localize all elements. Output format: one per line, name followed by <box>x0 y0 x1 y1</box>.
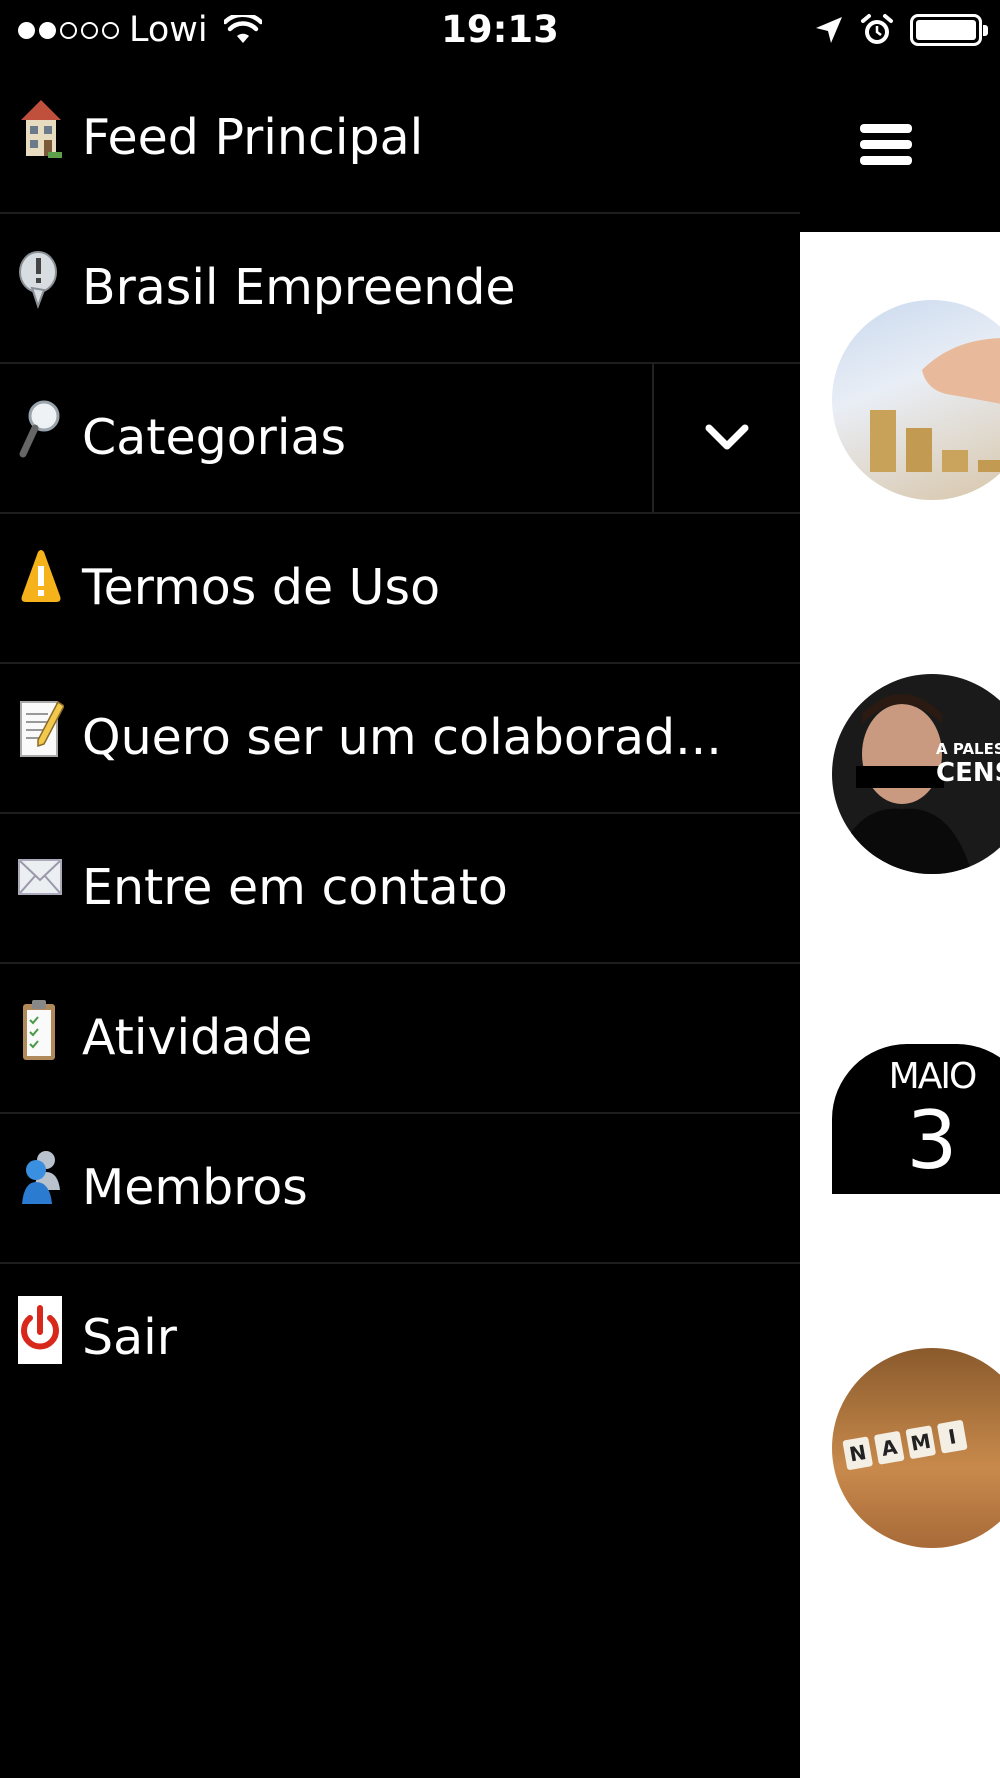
letter-tile: A <box>873 1430 905 1465</box>
carrier-name: Lowi <box>129 10 208 50</box>
menu-item-membros[interactable]: Membros <box>0 1114 800 1264</box>
letter-tile: I <box>936 1419 968 1454</box>
coins-thumbnail[interactable] <box>832 300 1000 500</box>
members-icon <box>22 1151 60 1204</box>
info-bubble-icon <box>19 251 57 309</box>
palestra-text: A PALEST <box>936 740 1000 758</box>
menu-item-label: Sair <box>82 1309 177 1366</box>
hamburger-menu-icon[interactable] <box>860 124 912 168</box>
signal-strength-icon <box>18 21 119 39</box>
letter-tile: M <box>905 1425 937 1460</box>
menu-item-label: Quero ser um colaborad... <box>82 709 722 766</box>
side-menu: Feed Principal Brasil Empreende Categori… <box>0 64 800 1778</box>
content-header <box>800 64 1000 232</box>
chevron-down-icon <box>705 424 749 450</box>
menu-item-label: Categorias <box>82 409 346 466</box>
menu-item-categorias[interactable]: Categorias <box>0 364 800 514</box>
clipboard-icon <box>23 1000 55 1060</box>
menu-item-label: Brasil Empreende <box>82 259 516 316</box>
menu-item-entre-em-contato[interactable]: Entre em contato <box>0 814 800 964</box>
menu-item-label: Membros <box>82 1159 308 1216</box>
memo-icon <box>20 700 64 757</box>
power-icon <box>18 1296 62 1364</box>
menu-item-label: Termos de Uso <box>82 559 441 616</box>
coins-image <box>870 338 1000 472</box>
categorias-expand-button[interactable] <box>652 364 800 512</box>
status-bar: Lowi 19:13 <box>0 0 1000 64</box>
date-day: 3 <box>906 1094 958 1187</box>
envelope-icon <box>18 859 62 895</box>
location-arrow-icon <box>816 17 842 43</box>
letter-tiles: N A M I <box>842 1419 968 1471</box>
menu-item-termos-de-uso[interactable]: Termos de Uso <box>0 514 800 664</box>
menu-item-atividade[interactable]: Atividade <box>0 964 800 1114</box>
battery-icon <box>910 14 988 46</box>
date-thumbnail[interactable]: MAIO 3 <box>832 1044 1000 1194</box>
menu-item-label: Atividade <box>82 1009 313 1066</box>
warning-icon <box>21 550 61 602</box>
menu-item-sair[interactable]: Sair <box>0 1264 800 1414</box>
magnifier-icon <box>19 400 60 458</box>
menu-item-brasil-empreende[interactable]: Brasil Empreende <box>0 214 800 364</box>
menu-item-quero-ser-colaborador[interactable]: Quero ser um colaborad... <box>0 664 800 814</box>
date-month: MAIO <box>888 1056 978 1097</box>
menu-item-label: Feed Principal <box>82 109 424 166</box>
tiles-thumbnail[interactable]: N A M I <box>832 1348 1000 1548</box>
censo-text: CENS <box>936 758 1000 788</box>
menu-item-label: Entre em contato <box>82 859 508 916</box>
menu-item-feed-principal[interactable]: Feed Principal <box>0 64 800 214</box>
alarm-icon <box>861 14 893 44</box>
house-icon <box>21 100 62 158</box>
palestra-thumbnail[interactable]: A PALEST CENS <box>832 674 1000 874</box>
letter-tile: N <box>842 1436 874 1471</box>
feed-content: A PALEST CENS MAIO 3 N A M I <box>800 232 1000 1778</box>
wifi-icon <box>223 15 262 43</box>
carrier-info: Lowi <box>18 10 262 50</box>
